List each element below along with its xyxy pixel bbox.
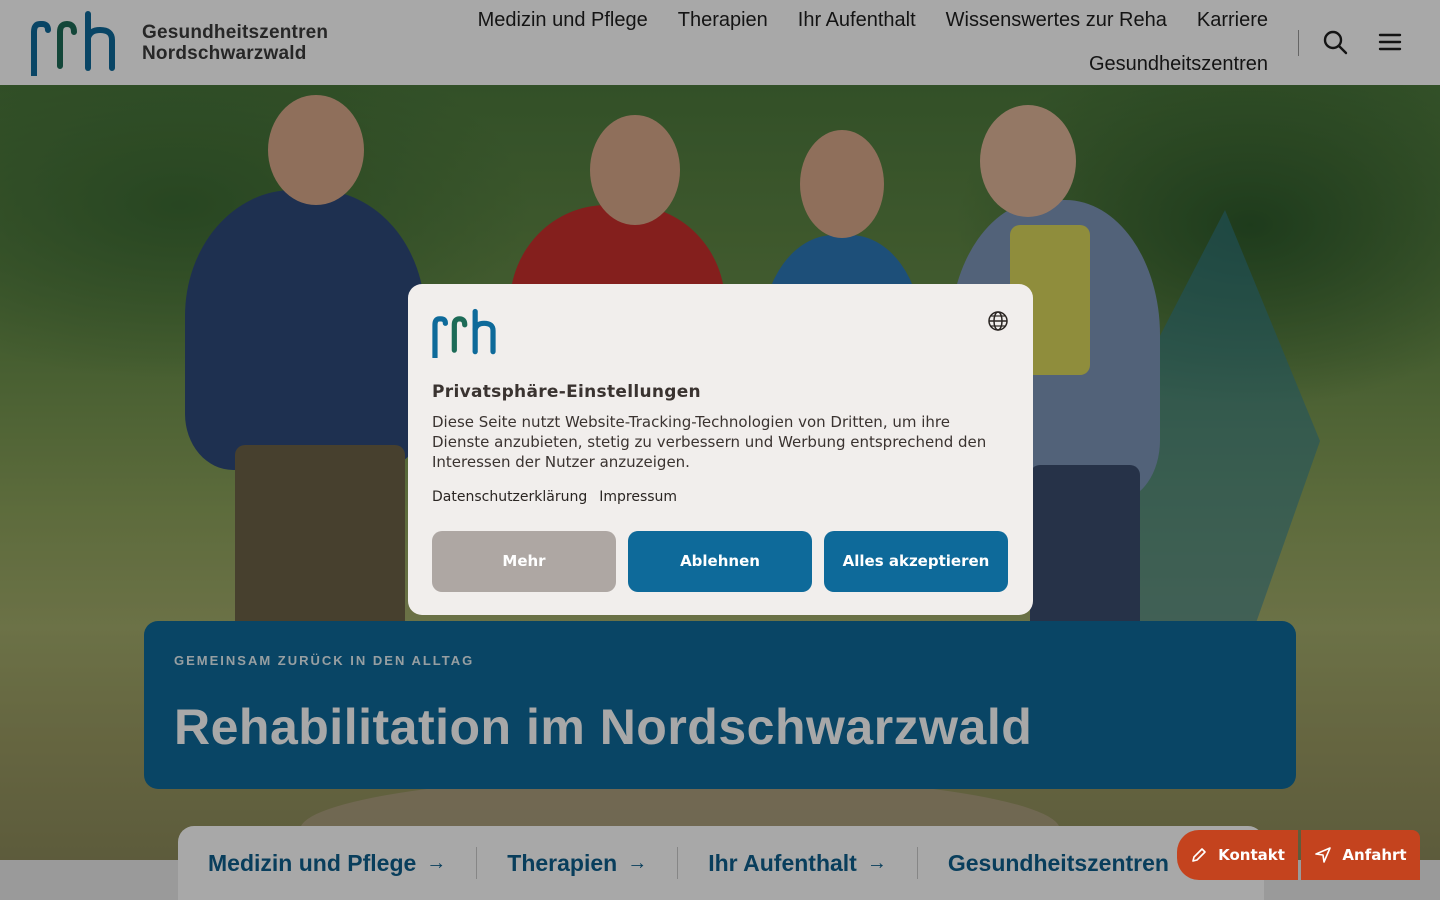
decline-button[interactable]: Ablehnen: [628, 531, 812, 592]
navigation-arrow-icon: [1315, 847, 1332, 863]
contact-label: Kontakt: [1218, 846, 1285, 864]
srh-logo-mark: [432, 308, 496, 361]
directions-button[interactable]: Anfahrt: [1301, 830, 1420, 880]
dialog-description: Diese Seite nutzt Website-Tracking-Techn…: [432, 413, 987, 471]
accept-all-button[interactable]: Alles akzeptieren: [824, 531, 1008, 592]
more-button[interactable]: Mehr: [432, 531, 616, 592]
imprint-link[interactable]: Impressum: [599, 489, 677, 505]
dialog-title: Privatsphäre-Einstellungen: [432, 382, 701, 402]
privacy-policy-link[interactable]: Datenschutzerklärung: [432, 489, 587, 505]
dialog-actions: Mehr Ablehnen Alles akzeptieren: [432, 531, 1008, 592]
pencil-icon: [1192, 848, 1206, 862]
globe-icon[interactable]: [987, 310, 1009, 332]
dialog-links: Datenschutzerklärung Impressum: [432, 489, 1009, 505]
privacy-consent-dialog: Privatsphäre-Einstellungen Diese Seite n…: [408, 284, 1033, 615]
contact-button[interactable]: Kontakt: [1177, 830, 1298, 880]
directions-label: Anfahrt: [1342, 846, 1407, 864]
